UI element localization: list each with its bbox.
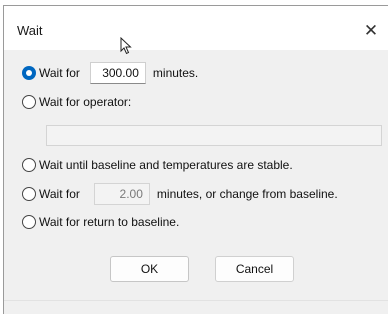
wait-for-operator-label: Wait for operator: [39, 95, 132, 109]
wait-for-label: Wait for [39, 66, 80, 80]
close-icon[interactable]: ✕ [360, 20, 382, 42]
radio-wait-baseline-stable[interactable] [22, 158, 36, 172]
ok-button[interactable]: OK [110, 256, 189, 282]
title-bar: Wait ✕ [4, 6, 388, 50]
radio-wait-or-change[interactable] [22, 187, 36, 201]
wait-dialog: Wait ✕ Wait for 300.00 minutes. Wait for… [3, 5, 388, 314]
wait-baseline-stable-label: Wait until baseline and temperatures are… [39, 158, 293, 172]
footer-divider [4, 300, 388, 301]
change-minutes-input[interactable]: 2.00 [93, 183, 150, 205]
minutes-input[interactable]: 300.00 [89, 62, 146, 84]
radio-wait-for-operator[interactable] [22, 95, 36, 109]
option-wait-baseline-stable[interactable]: Wait until baseline and temperatures are… [22, 156, 293, 174]
option-wait-return-baseline[interactable]: Wait for return to baseline. [22, 213, 179, 231]
operator-message-field[interactable] [46, 125, 382, 146]
wait-or-change-suffix: minutes, or change from baseline. [156, 187, 338, 201]
option-wait-for-minutes[interactable]: Wait for 300.00 minutes. [22, 62, 199, 84]
wait-or-change-label: Wait for [39, 187, 80, 201]
minutes-suffix-label: minutes. [152, 66, 199, 80]
option-wait-or-change[interactable]: Wait for 2.00 minutes, or change from ba… [22, 183, 338, 205]
radio-wait-return-baseline[interactable] [22, 215, 36, 229]
dialog-title: Wait [17, 23, 43, 38]
radio-wait-for-minutes[interactable] [22, 66, 36, 80]
option-wait-for-operator[interactable]: Wait for operator: [22, 93, 131, 111]
cancel-button[interactable]: Cancel [215, 256, 294, 282]
mouse-cursor-icon [120, 37, 132, 55]
wait-return-baseline-label: Wait for return to baseline. [39, 215, 180, 229]
